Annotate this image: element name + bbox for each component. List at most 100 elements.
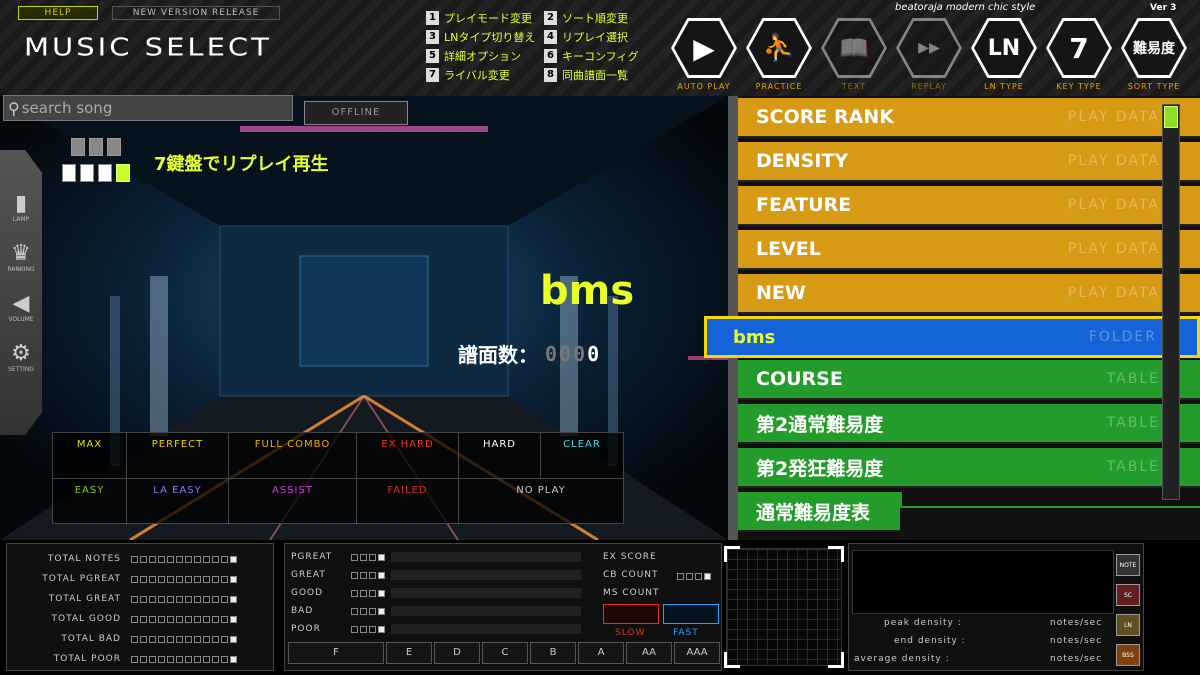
lamp-ex-hard: EX HARD [357,433,459,479]
replay-button[interactable]: ▶▶ [896,18,962,78]
lamp-easy: EASY [53,479,127,525]
list-item[interactable]: 第2発狂難易度 TABLE [738,448,1200,488]
list-item-label: 通常難易度表 [756,501,871,524]
list-item[interactable]: 通常難易度表 [738,492,902,532]
key-menu-item[interactable]: 4 リプレイ選択 [544,29,644,45]
list-item-selected[interactable]: bms FOLDER [704,316,1200,358]
grade-aa: AA [626,642,672,664]
list-item[interactable]: 第2通常難易度 TABLE [738,404,1200,444]
radar-corner [724,546,740,562]
key-number: 1 [426,11,439,25]
chart-count-digit: 0 [559,341,572,366]
end-density-label: end density : [894,636,966,646]
help-button[interactable]: HELP [18,6,98,20]
new-version-button[interactable]: NEW VERSION RELEASE [112,6,280,20]
list-item-tail [900,506,1200,536]
setting-icon: ⚙ [11,341,31,366]
list-scrollbar[interactable] [1162,104,1180,500]
play-icon: ▶ [674,21,734,75]
lamp-failed: FAILED [357,479,459,525]
key-menu-item[interactable]: 6 キーコンフィグ [544,48,644,64]
key-menu-label: ソート順変更 [562,12,628,25]
stat-value [131,615,237,623]
grade-d: D [434,642,480,664]
lamp-icon: ▮ [14,191,28,216]
key-menu-item[interactable]: 1 プレイモード変更 [426,10,544,26]
list-item[interactable]: DENSITY PLAY DATA [738,142,1200,182]
list-item[interactable]: SCORE RANK PLAY DATA [738,98,1200,138]
grade-e: E [386,642,432,664]
key-menu-label: 詳細オプション [444,50,521,63]
list-item[interactable]: NEW PLAY DATA [738,274,1200,314]
judge-label: PGREAT [291,552,333,562]
fast-count [663,604,719,624]
stat-value [131,655,237,663]
key-number: 8 [544,68,557,82]
key-number: 3 [426,30,439,44]
cb-count-value [677,573,711,580]
offline-button[interactable]: OFFLINE [304,101,408,125]
list-item[interactable]: COURSE TABLE [738,360,1200,400]
key-menu-item[interactable]: 5 詳細オプション [426,48,544,64]
key-menu-item[interactable]: 3 LNタイプ切り替え [426,29,544,45]
clear-lamp-table: MAX PERFECT FULL COMBO EX HARD HARD CLEA… [52,432,624,525]
list-item[interactable]: LEVEL PLAY DATA [738,230,1200,270]
search-input[interactable]: ⚲ search song [3,95,293,121]
stat-label: TOTAL GREAT [48,594,121,604]
list-item-tag: TABLE [1106,415,1160,431]
sidebar-item-lamp[interactable]: ▮ LAMP [0,191,42,224]
key-menu-item[interactable]: 7 ライバル変更 [426,67,544,83]
practice-button[interactable]: ⛹ [746,18,812,78]
practice-label: PRACTICE [755,82,803,91]
judge-label: GOOD [291,588,324,598]
left-sidebar: ▮ LAMP ♛ RANKING ◀ VOLUME ⚙ SETTING [0,150,42,435]
skin-name: beatoraja modern chic style [895,2,1036,13]
slow-label: SLOW [615,628,646,638]
key-menu-label: LNタイプ切り替え [444,31,536,44]
list-item-tag: TABLE [1106,459,1160,475]
grade-aaa: AAA [674,642,720,664]
key-menu-label: キーコンフィグ [562,50,639,63]
average-density-label: average density : [854,654,950,664]
key-number: 4 [544,30,557,44]
radar-corner [828,546,844,562]
list-item-tag: PLAY DATA [1067,197,1160,213]
sort-type-button[interactable]: 難易度 [1121,18,1187,78]
ln-type-button[interactable]: LN [971,18,1037,78]
key-menu-label: ライバル変更 [444,69,510,82]
sidebar-item-ranking[interactable]: ♛ RANKING [0,242,42,274]
chart-count: 譜面数： 0 0 0 0 [458,339,600,368]
key-menu-item[interactable]: 2 ソート順変更 [544,10,644,26]
list-scroll-thumb[interactable] [1164,106,1178,128]
practice-icon: ⛹ [749,21,809,75]
list-item[interactable]: FEATURE PLAY DATA [738,186,1200,226]
stat-label: TOTAL POOR [53,654,121,664]
sidebar-item-volume[interactable]: ◀ VOLUME [0,292,42,324]
search-icon: ⚲ [8,98,20,118]
sort-type-label: SORT TYPE [1127,82,1181,91]
chart-count-digit: 0 [545,341,558,366]
key-number: 6 [544,49,557,63]
list-item-label: DENSITY [756,150,849,172]
sidebar-label: RANKING [7,266,35,273]
list-item-tag: TABLE [1106,371,1160,387]
key-menu-item[interactable]: 8 同曲譜面一覧 [544,67,644,83]
stat-label: TOTAL NOTES [47,554,121,564]
lamp-no-play: NO PLAY [516,485,566,496]
key-type-button[interactable]: 7 [1046,18,1112,78]
text-label: TEXT [841,82,867,91]
density-unit: notes/sec [1050,654,1103,664]
key-number: 5 [426,49,439,63]
list-item-tag: PLAY DATA [1067,285,1160,301]
sidebar-item-setting[interactable]: ⚙ SETTING [0,341,42,374]
lamp-full-combo: FULL COMBO [229,433,357,479]
list-item-label: bms [733,326,776,348]
auto-play-button[interactable]: ▶ [671,18,737,78]
list-item-label: FEATURE [756,194,852,216]
lamp-perfect: PERFECT [127,433,229,479]
judge-value [351,625,385,633]
judge-label: POOR [291,624,321,634]
text-button[interactable]: 📖 [821,18,887,78]
search-placeholder: search song [21,99,113,117]
key-menu-label: プレイモード変更 [444,12,532,25]
